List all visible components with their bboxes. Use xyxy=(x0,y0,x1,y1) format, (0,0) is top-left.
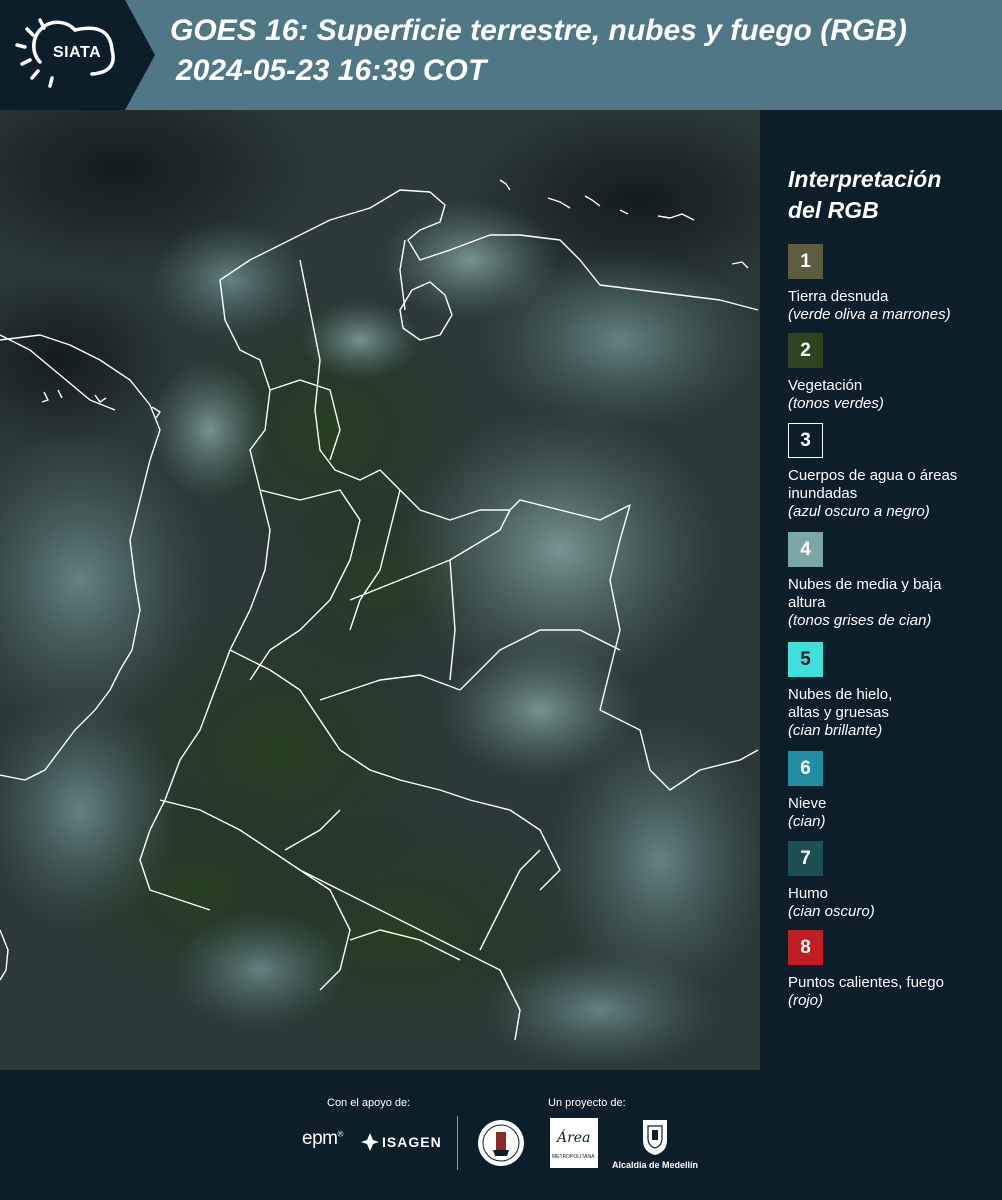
legend-item-name: Puntos calientes, fuego xyxy=(788,974,944,991)
legend-title-line1: Interpretación xyxy=(788,166,942,192)
legend-swatch: 8 xyxy=(788,930,823,965)
legend-number: 7 xyxy=(800,847,811,869)
shield-icon xyxy=(643,1120,667,1155)
legend-item-desc: (cian) xyxy=(788,813,826,830)
header-bar: SIATA GOES 16: Superficie terrestre, nub… xyxy=(0,0,1002,110)
legend-item-name: Nubes de hielo, altas y gruesas xyxy=(788,686,893,721)
legend-swatch: 3 xyxy=(788,423,823,458)
area-logo-text: Área xyxy=(557,1130,591,1146)
legend-title-line2: del RGB xyxy=(788,197,879,223)
legend-item-name: Vegetación xyxy=(788,377,863,394)
legend-number: 5 xyxy=(800,648,811,670)
legend-item-desc: (azul oscuro a negro) xyxy=(788,503,930,520)
support-label: Con el apoyo de: xyxy=(327,1097,411,1109)
legend-swatch: 5 xyxy=(788,642,823,677)
legend-item-name: Nubes de media y baja altura xyxy=(788,576,942,611)
legend-item-name: Nieve xyxy=(788,795,827,812)
legend-swatch: 4 xyxy=(788,532,823,567)
legend-number: 6 xyxy=(800,757,811,779)
alcaldia-shield xyxy=(640,1118,670,1161)
epm-logo-text: epm xyxy=(302,1128,338,1149)
legend-item-tierra-desnuda: 1 Tierra desnuda (verde oliva a marrones… xyxy=(788,244,998,324)
legend-number: 2 xyxy=(800,339,811,361)
legend-swatch: 2 xyxy=(788,333,823,368)
legend-swatch: 6 xyxy=(788,751,823,786)
legend-item-name: Cuerpos de agua o áreas inundadas xyxy=(788,467,958,502)
legend-item-desc: (tonos grises de cian) xyxy=(788,612,932,629)
legend-number: 1 xyxy=(800,250,811,272)
footer-divider xyxy=(457,1116,458,1170)
legend-item-vegetacion: 2 Vegetación (tonos verdes) xyxy=(788,333,998,413)
legend-item-name: Humo xyxy=(788,885,829,902)
isagen-logo-text: ISAGEN xyxy=(382,1134,442,1150)
footer-sponsors: Con el apoyo de: Un proyecto de: epm® IS… xyxy=(0,1070,1002,1200)
siata-logo: SIATA xyxy=(0,0,155,110)
legend-item-name: Tierra desnuda xyxy=(788,288,889,305)
legend-item-nieve: 6 Nieve (cian) xyxy=(788,751,998,831)
legend-swatch: 7 xyxy=(788,841,823,876)
legend-number: 3 xyxy=(800,429,811,451)
legend-item-desc: (rojo) xyxy=(788,992,824,1009)
legend-item-nubes-hielo: 5 Nubes de hielo, altas y gruesas (cian … xyxy=(788,642,998,740)
legend-item-humo: 7 Humo (cian oscuro) xyxy=(788,841,998,921)
legend-item-cuerpos-de-agua: 3 Cuerpos de agua o áreas inundadas (azu… xyxy=(788,423,998,521)
seal-logo xyxy=(476,1118,526,1173)
legend-title: Interpretación del RGB xyxy=(788,164,988,226)
isagen-icon xyxy=(361,1133,379,1151)
page-title: GOES 16: Superficie terrestre, nubes y f… xyxy=(170,14,907,47)
legend-number: 8 xyxy=(800,936,811,958)
legend-number: 4 xyxy=(800,538,811,560)
legend-swatch: 1 xyxy=(788,244,823,279)
legend-item-desc: (cian oscuro) xyxy=(788,903,875,920)
area-metropolitana-logo: Área METROPOLITANA xyxy=(550,1118,598,1168)
satellite-map xyxy=(0,110,760,1070)
alcaldia-label: Alcaldía de Medellín xyxy=(612,1160,699,1170)
rgb-legend: Interpretación del RGB 1 Tierra desnuda … xyxy=(760,110,1002,1070)
project-label: Un proyecto de: xyxy=(548,1097,626,1109)
seal-icon xyxy=(478,1120,524,1166)
legend-item-desc: (verde oliva a marrones) xyxy=(788,306,951,323)
isagen-logo xyxy=(360,1132,380,1157)
legend-item-desc: (cian brillante) xyxy=(788,722,883,739)
page-timestamp: 2024-05-23 16:39 COT xyxy=(176,54,487,87)
area-logo-subtext: METROPOLITANA xyxy=(552,1154,595,1160)
legend-item-desc: (tonos verdes) xyxy=(788,395,884,412)
epm-logo: epm® xyxy=(302,1128,343,1149)
legend-item-nubes-media-baja: 4 Nubes de media y baja altura (tonos gr… xyxy=(788,532,998,630)
legend-item-puntos-calientes: 8 Puntos calientes, fuego (rojo) xyxy=(788,930,998,1010)
logo-text: SIATA xyxy=(53,44,102,61)
